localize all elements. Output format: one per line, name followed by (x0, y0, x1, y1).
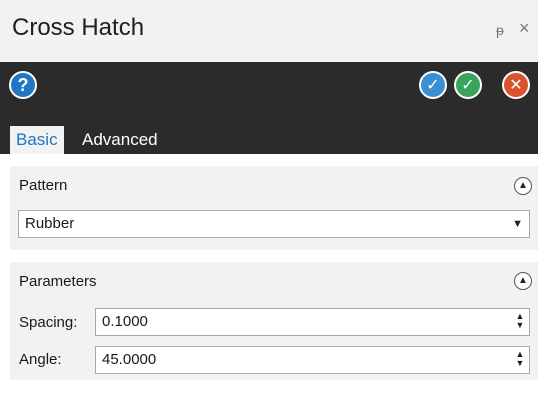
ok-icon[interactable]: ✓ (454, 71, 482, 99)
window-title: Cross Hatch (12, 14, 145, 41)
command-toolbar: ? ✓ ✓ ✕ Basic Advanced (0, 62, 538, 154)
spinner-icon[interactable]: ▲ ▼ (515, 312, 525, 330)
spacing-input[interactable]: 0.1000 ▲ ▼ (95, 308, 530, 336)
help-glyph: ? (17, 74, 29, 95)
chevron-up-icon[interactable]: ▲ (514, 272, 532, 290)
chevron-down-icon: ▼ (512, 218, 523, 230)
spacing-label: Spacing: (19, 314, 78, 331)
spacing-value: 0.1000 (102, 313, 148, 330)
close-icon[interactable]: × (519, 18, 530, 39)
parameters-label: Parameters (19, 273, 97, 290)
cancel-glyph: ✕ (509, 77, 523, 94)
pattern-section: Pattern ▲ Rubber ▼ (10, 166, 538, 250)
pattern-select[interactable]: Rubber ▼ (18, 210, 530, 238)
spinner-icon[interactable]: ▲ ▼ (515, 350, 525, 368)
pattern-label: Pattern (19, 177, 68, 194)
cancel-icon[interactable]: ✕ (502, 71, 530, 99)
apply-icon[interactable]: ✓ (419, 71, 447, 99)
tab-advanced[interactable]: Advanced (76, 126, 164, 154)
chevron-up-icon[interactable]: ▲ (514, 177, 532, 195)
angle-input[interactable]: 45.0000 ▲ ▼ (95, 346, 530, 374)
tab-basic[interactable]: Basic (10, 126, 64, 154)
title-bar: Cross Hatch ᵽ × (0, 0, 538, 62)
pin-icon[interactable]: ᵽ (496, 22, 504, 38)
ok-glyph: ✓ (461, 77, 475, 94)
apply-glyph: ✓ (426, 77, 440, 94)
pattern-value: Rubber (25, 215, 75, 232)
parameters-section: Parameters ▲ Spacing: 0.1000 ▲ ▼ Angle: 4… (10, 262, 538, 380)
help-icon[interactable]: ? (9, 71, 37, 99)
angle-label: Angle: (19, 351, 62, 368)
angle-value: 45.0000 (102, 351, 157, 368)
